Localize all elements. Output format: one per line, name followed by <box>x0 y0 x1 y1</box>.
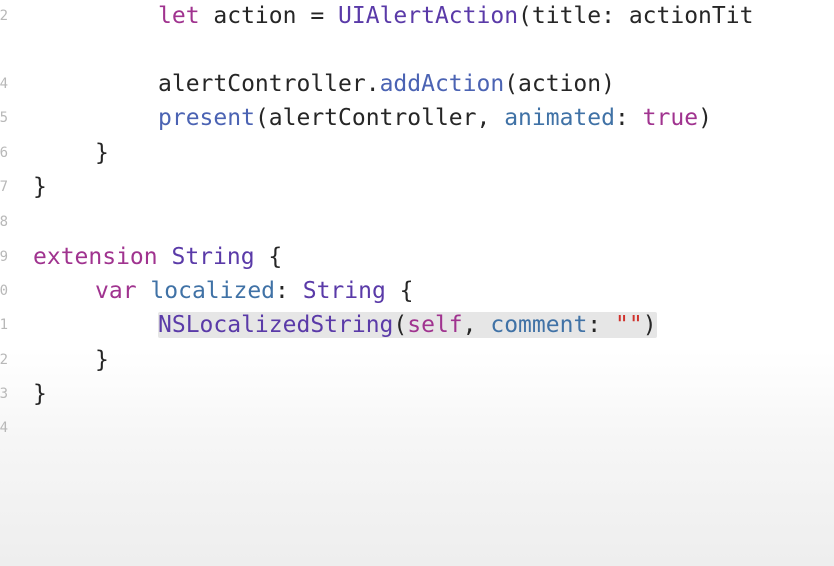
keyword-extension: extension <box>33 244 158 270</box>
comma: , <box>462 312 491 338</box>
brace: { <box>385 278 414 304</box>
code-line-close-brace[interactable]: } <box>33 377 47 411</box>
selected-text[interactable]: NSLocalizedString(self, comment: "") <box>158 312 657 338</box>
close-paren: ) <box>642 312 657 338</box>
code-line-close-brace[interactable]: } <box>95 343 109 377</box>
type-string: String <box>302 278 386 304</box>
colon: : <box>587 312 615 338</box>
call-arguments: (title: actionTit <box>518 3 754 29</box>
code-line-var-localized[interactable]: var localized: String { <box>95 274 414 308</box>
code-line-present[interactable]: present(alertController, animated: true) <box>158 101 712 135</box>
code-line-close-brace[interactable]: } <box>95 136 109 170</box>
method-add-action: addAction <box>379 71 505 97</box>
keyword-var: var <box>95 278 137 304</box>
code-area[interactable]: let action = UIAlertAction(title: action… <box>0 0 834 566</box>
colon: : <box>275 278 303 304</box>
brace: } <box>33 174 47 200</box>
property-localized: localized <box>150 278 276 304</box>
method-present: present <box>158 105 255 131</box>
keyword-let: let <box>158 3 200 29</box>
argument-label-comment: comment <box>490 312 588 338</box>
brace: { <box>254 244 283 270</box>
keyword-true: true <box>642 105 699 131</box>
code-editor[interactable]: 2 4 5 6 7 8 9 0 1 2 3 4 let action = UIA… <box>0 0 834 566</box>
identifier-action: action = <box>199 3 339 29</box>
type-uialertaction: UIAlertAction <box>338 3 519 29</box>
call-arguments: (action) <box>504 71 615 97</box>
colon: : <box>614 105 643 131</box>
argument-label-animated: animated <box>504 105 615 131</box>
code-line-extension-string[interactable]: extension String { <box>33 240 282 274</box>
brace: } <box>95 347 109 373</box>
code-line-add-action[interactable]: alertController.addAction(action) <box>158 67 615 101</box>
brace: } <box>33 381 47 407</box>
function-nslocalizedstring: NSLocalizedString <box>158 312 394 338</box>
identifier-alert-controller: alertController. <box>158 71 380 97</box>
call-arguments: (alertController, <box>254 105 505 131</box>
keyword-self: self <box>407 312 463 338</box>
string-literal: "" <box>615 312 643 338</box>
code-line-close-brace[interactable]: } <box>33 170 47 204</box>
open-paren: ( <box>393 312 408 338</box>
type-string: String <box>171 244 255 270</box>
code-line-let-action[interactable]: let action = UIAlertAction(title: action… <box>158 0 753 33</box>
brace: } <box>95 140 109 166</box>
code-line-nslocalizedstring[interactable]: NSLocalizedString(self, comment: "") <box>158 308 657 342</box>
close-paren: ) <box>698 105 712 131</box>
